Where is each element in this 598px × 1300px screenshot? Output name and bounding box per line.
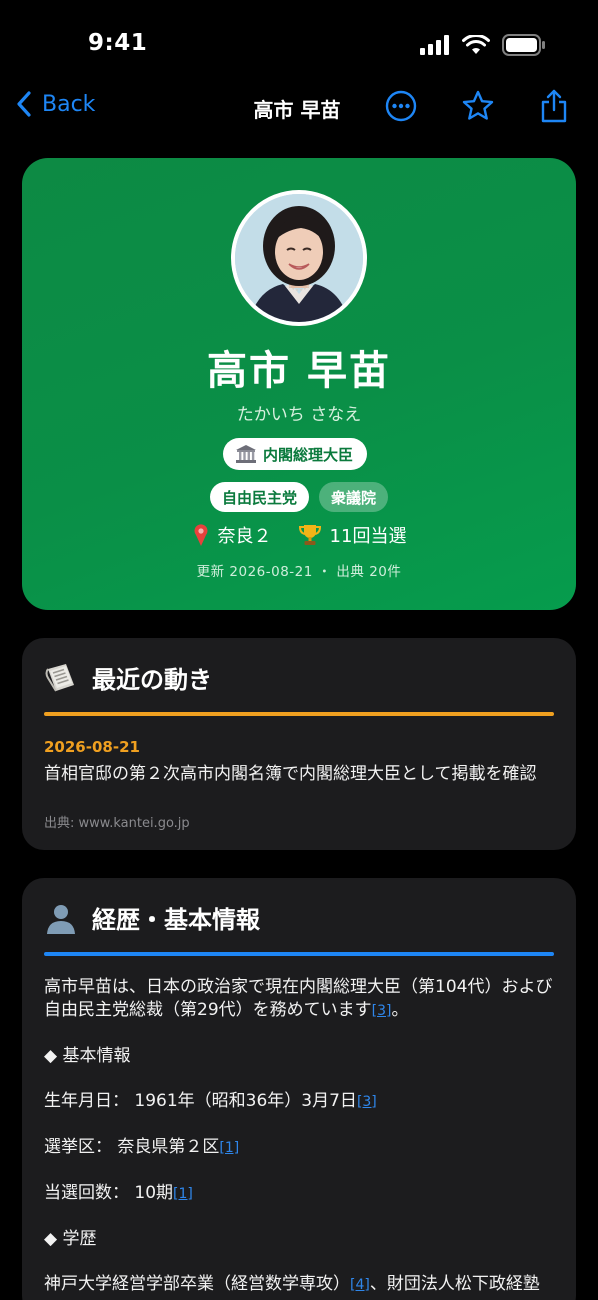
recent-activity-header: 最近の動き [44, 660, 212, 695]
person-silhouette-icon [47, 904, 75, 934]
education-heading: ◆ 学歴 [44, 1229, 97, 1249]
role-badge: 内閣総理大臣 [223, 438, 368, 470]
share-button[interactable] [536, 88, 572, 124]
profile-stats: 奈良２ 11回当選 [22, 522, 576, 548]
navigation-bar: Back 高市 早苗 [0, 84, 598, 134]
biography-card: 経歴・基本情報 高市早苗は、日本の政治家で現在内閣総理大臣（第104代）および自… [22, 878, 576, 1300]
terms-row: 当選回数： 10期[1] [44, 1183, 193, 1203]
portrait-image [235, 194, 363, 322]
ellipsis-circle-icon [385, 90, 417, 122]
recent-activity-divider [44, 712, 554, 716]
share-icon [541, 89, 567, 123]
citation-link[interactable]: [1] [173, 1186, 193, 1202]
news-text: 首相官邸の第２次高市内閣名簿で内閣総理大臣として掲載を確認 [44, 764, 537, 784]
update-meta: 更新 2026-08-21 ・ 出典 20件 [196, 564, 402, 580]
district-label: 奈良２ [217, 526, 272, 547]
nav-title: 高市 早苗 [253, 98, 341, 122]
citation-link[interactable]: [1] [219, 1140, 239, 1156]
citation-link[interactable]: [3] [357, 1094, 377, 1110]
biography-title: 経歴・基本情報 [92, 906, 260, 934]
signal-icon [420, 35, 449, 55]
newspaper-icon [45, 663, 74, 692]
affiliation-chips: 自由民主党 衆議院 [22, 482, 576, 512]
elections-stat: 11回当選 [298, 522, 407, 548]
party-chip[interactable]: 自由民主党 [209, 482, 309, 512]
house-chip[interactable]: 衆議院 [319, 482, 389, 512]
birth-date-row: 生年月日： 1961年（昭和36年）3月7日[3] [44, 1091, 377, 1111]
status-time: 9:41 [88, 30, 148, 56]
status-icons [420, 34, 546, 56]
citation-link[interactable]: [3] [372, 1003, 392, 1019]
elections-label: 11回当選 [329, 526, 407, 547]
more-button[interactable] [383, 88, 419, 124]
district-row: 選挙区： 奈良県第２区[1] [44, 1137, 240, 1157]
recent-activity-card: 最近の動き 2026-08-21 首相官邸の第２次高市内閣名簿で内閣総理大臣とし… [22, 638, 576, 850]
profile-name-kana: たかいち さなえ [236, 405, 362, 425]
district-stat: 奈良２ [192, 522, 272, 548]
battery-icon [502, 34, 545, 56]
wifi-icon [462, 35, 490, 54]
role-label: 内閣総理大臣 [263, 445, 354, 464]
citation-link[interactable]: [4] [350, 1277, 370, 1293]
education-row: 神戸大学経営学部卒業（経営数学専攻）[4]、財団法人松下政経塾 [44, 1274, 540, 1294]
basic-info-heading: ◆ 基本情報 [44, 1046, 131, 1066]
profile-name: 高市 早苗 [207, 348, 391, 394]
profile-header-card: 高市 早苗 たかいち さなえ 内閣総理大臣 自由民主党 衆議院 奈良２ 11回当… [22, 158, 576, 610]
trophy-icon [298, 525, 321, 545]
favorite-button[interactable] [460, 88, 496, 124]
biography-divider [44, 952, 554, 956]
recent-activity-title: 最近の動き [92, 666, 212, 694]
location-pin-icon [194, 524, 208, 546]
star-icon [462, 90, 494, 120]
government-building-icon [236, 445, 256, 463]
news-source[interactable]: 出典: www.kantei.go.jp [44, 812, 190, 831]
news-date: 2026-08-21 [44, 738, 140, 756]
bio-intro: 高市早苗は、日本の政治家で現在内閣総理大臣（第104代）および自由民主党総裁（第… [44, 977, 553, 1020]
biography-header: 経歴・基本情報 [44, 900, 260, 935]
biography-body: 高市早苗は、日本の政治家で現在内閣総理大臣（第104代）および自由民主党総裁（第… [44, 976, 560, 1300]
avatar [231, 190, 367, 326]
status-bar: 9:41 [0, 0, 598, 84]
